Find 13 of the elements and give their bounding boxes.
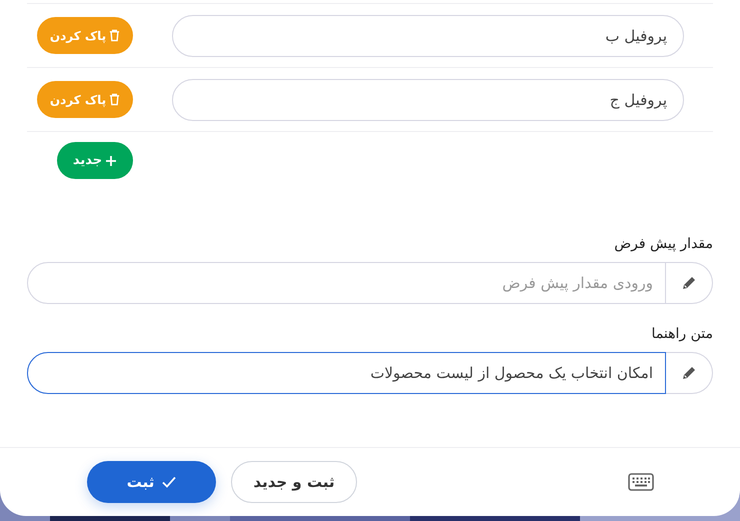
submit-and-new-button[interactable]: ثبت و جدید xyxy=(231,461,357,503)
profile-field[interactable]: پروفیل ج xyxy=(172,78,684,120)
profile-field[interactable]: پروفیل ب xyxy=(172,14,684,56)
pencil-icon xyxy=(681,365,697,381)
pencil-icon xyxy=(681,275,697,291)
trash-icon xyxy=(109,29,120,42)
check-icon xyxy=(162,476,176,488)
submit-button[interactable]: ثبت xyxy=(87,461,216,503)
keyboard-icon[interactable] xyxy=(628,473,654,491)
plus-icon xyxy=(105,154,118,166)
field-label: متن راهنما xyxy=(652,325,713,344)
trash-icon xyxy=(109,93,120,106)
field-label: مقدار پیش فرض xyxy=(614,235,713,254)
